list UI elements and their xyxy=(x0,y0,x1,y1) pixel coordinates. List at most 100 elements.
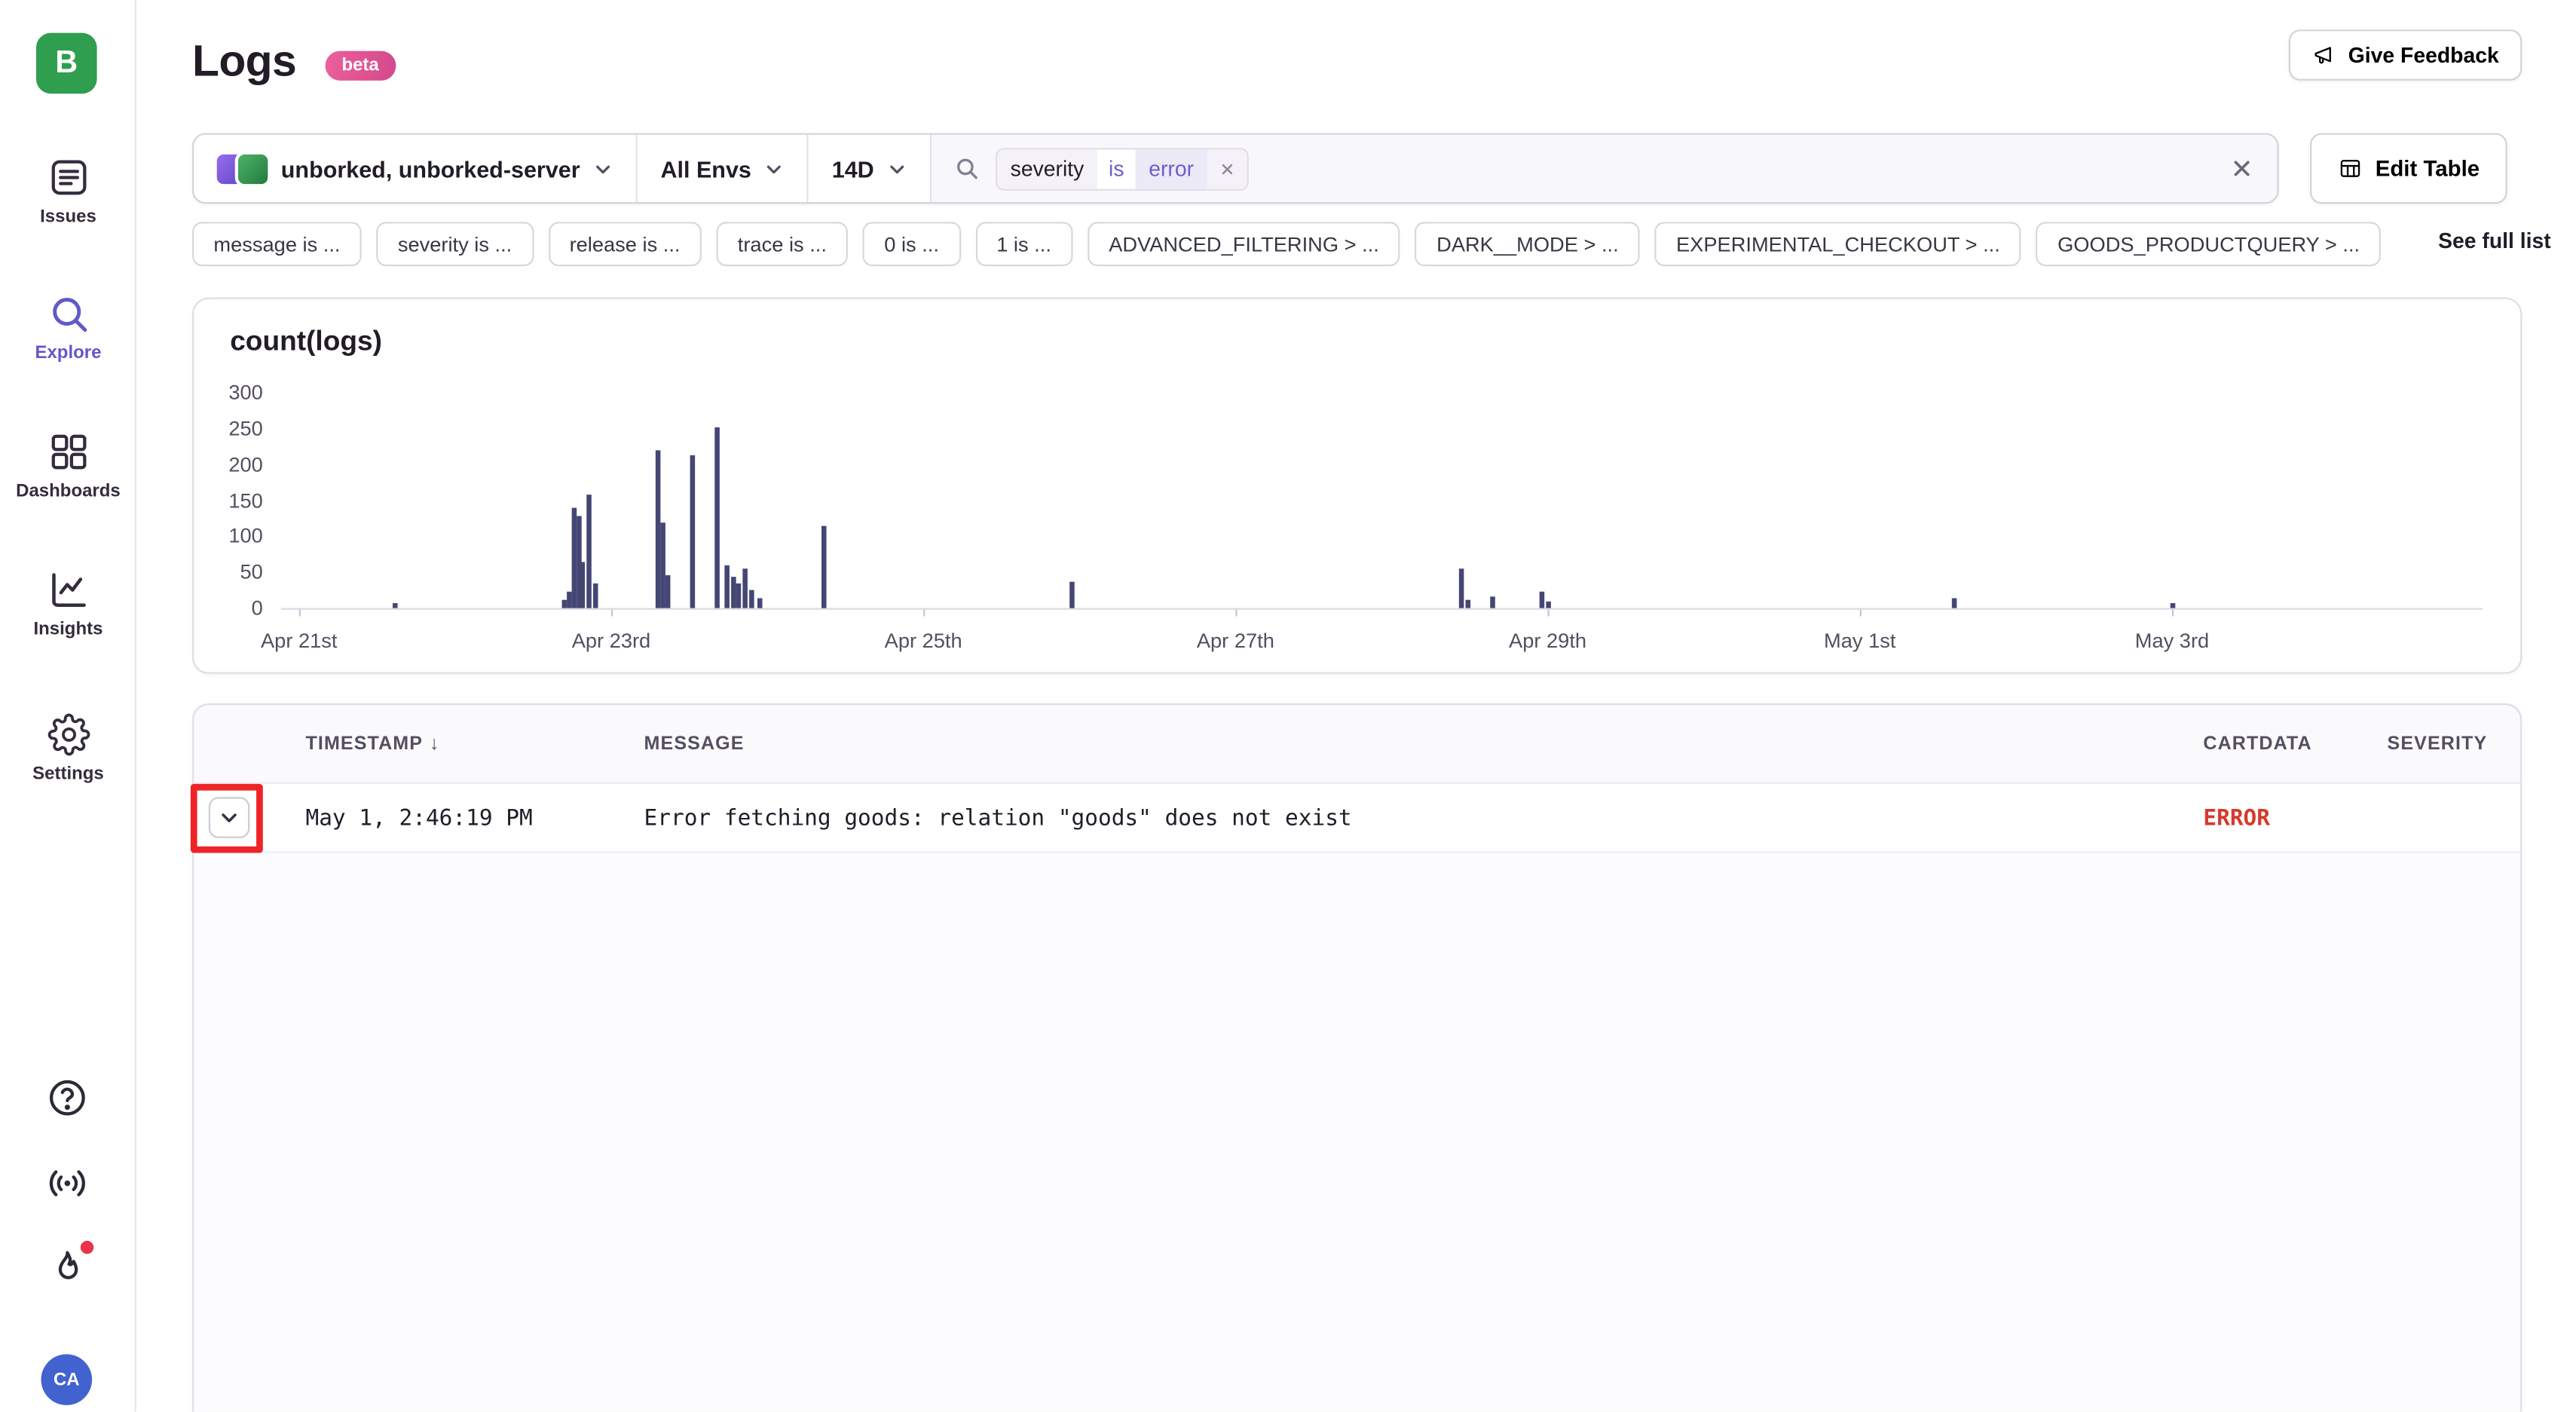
environment-selector[interactable]: All Envs xyxy=(638,135,809,202)
chart-bar xyxy=(593,583,598,608)
sidebar-item-insights[interactable]: Insights xyxy=(0,568,136,639)
log-severity: ERROR xyxy=(2203,784,2270,853)
logs-count-chart: count(logs) 050100150200250300Apr 21stAp… xyxy=(192,298,2522,674)
see-full-list-link[interactable]: See full list xyxy=(2438,228,2551,253)
sidebar-item-label: Issues xyxy=(40,207,96,227)
chart-bar xyxy=(821,526,826,608)
y-axis-tick-label: 100 xyxy=(197,523,263,550)
filter-chip[interactable]: 0 is ... xyxy=(863,222,960,266)
column-header-message[interactable]: MESSAGE xyxy=(644,705,745,784)
column-header-timestamp[interactable]: TIMESTAMP ↓ xyxy=(305,705,439,784)
chart-bar xyxy=(690,455,695,608)
sidebar-item-issues[interactable]: Issues xyxy=(0,156,136,227)
table-icon xyxy=(2338,156,2363,181)
chart-bar xyxy=(743,569,748,608)
chart-bar xyxy=(1539,593,1544,608)
app-root: B Issues Explore Dashboards Insights Setting… xyxy=(0,0,2576,1412)
filter-chip[interactable]: message is ... xyxy=(192,222,362,266)
clear-search-icon[interactable] xyxy=(2229,156,2254,181)
log-timestamp: May 1, 2:46:19 PM xyxy=(305,784,532,853)
x-axis-tick xyxy=(1235,610,1237,617)
filter-chip[interactable]: ADVANCED_FILTERING > ... xyxy=(1088,222,1400,266)
y-axis-tick-label: 300 xyxy=(197,380,263,406)
chart-bar xyxy=(665,575,670,608)
chart-title: count(logs) xyxy=(230,326,382,359)
chart-bar xyxy=(587,495,592,608)
log-message: Error fetching goods: relation "goods" d… xyxy=(644,784,1352,853)
chart-bar xyxy=(1491,596,1496,608)
search-icon xyxy=(955,156,980,181)
y-axis-tick-label: 0 xyxy=(197,595,263,621)
filter-chip[interactable]: EXPERIMENTAL_CHECKOUT > ... xyxy=(1655,222,2021,266)
x-axis-tick xyxy=(923,610,925,617)
search-input[interactable]: severity is error xyxy=(932,135,2277,202)
filter-chip[interactable]: trace is ... xyxy=(716,222,848,266)
filter-chip[interactable]: GOODS_PRODUCTQUERY > ... xyxy=(2036,222,2382,266)
filter-chip[interactable]: 1 is ... xyxy=(975,222,1072,266)
issues-icon xyxy=(47,156,90,199)
column-header-severity[interactable]: SEVERITY xyxy=(2388,705,2488,784)
sidebar-item-dashboards[interactable]: Dashboards xyxy=(0,430,136,501)
x-axis-tick-label: Apr 21st xyxy=(261,629,338,653)
x-axis-tick xyxy=(1860,610,1862,617)
remove-token-icon[interactable] xyxy=(1207,149,1246,188)
sidebar-item-label: Insights xyxy=(33,620,102,639)
x-axis-tick xyxy=(1548,610,1550,617)
x-axis-tick-label: May 3rd xyxy=(2135,629,2209,653)
megaphone-icon xyxy=(2312,43,2337,68)
sidebar-item-explore[interactable]: Explore xyxy=(0,293,136,363)
x-axis-tick xyxy=(2172,610,2174,617)
whats-new-flame-icon[interactable] xyxy=(46,1248,89,1291)
chart-bar xyxy=(1069,582,1075,608)
project-icon-unborked-server xyxy=(238,154,268,183)
chart-bar xyxy=(1466,599,1471,608)
filter-chip[interactable]: severity is ... xyxy=(376,222,533,266)
x-axis-tick-label: Apr 29th xyxy=(1509,629,1586,653)
table-row[interactable]: May 1, 2:46:19 PM Error fetching goods: … xyxy=(194,784,2520,853)
give-feedback-button[interactable]: Give Feedback xyxy=(2289,29,2522,81)
x-axis-tick-label: Apr 25th xyxy=(885,629,962,653)
chevron-down-icon xyxy=(764,158,784,178)
y-axis-tick-label: 200 xyxy=(197,452,263,478)
org-logo[interactable]: B xyxy=(36,33,97,94)
sidebar-item-settings[interactable]: Settings xyxy=(0,713,136,784)
chart-bar xyxy=(715,427,720,608)
filter-bar: unborked, unborked-server All Envs 14D s… xyxy=(192,133,2279,204)
chart-bar xyxy=(1951,598,1956,608)
filter-chip[interactable]: release is ... xyxy=(548,222,702,266)
chart-bar xyxy=(1545,601,1550,608)
table-header: TIMESTAMP ↓ MESSAGE CARTDATA SEVERITY xyxy=(194,705,2520,784)
sidebar-item-label: Explore xyxy=(35,344,101,363)
edit-table-button[interactable]: Edit Table xyxy=(2310,133,2507,204)
help-icon[interactable] xyxy=(46,1077,89,1119)
explore-icon xyxy=(47,293,90,335)
y-axis-tick-label: 50 xyxy=(197,559,263,586)
logs-table: TIMESTAMP ↓ MESSAGE CARTDATA SEVERITY Ma… xyxy=(192,703,2522,1412)
chart-bar xyxy=(724,565,730,608)
sidebar-item-label: Dashboards xyxy=(16,482,121,501)
project-selector[interactable]: unborked, unborked-server xyxy=(194,135,638,202)
chart-bar xyxy=(757,598,762,608)
chart-bar xyxy=(749,590,754,608)
x-axis-tick xyxy=(611,610,613,617)
sort-arrow-icon: ↓ xyxy=(430,734,440,754)
x-axis-tick-label: Apr 27th xyxy=(1197,629,1274,653)
sidebar: B Issues Explore Dashboards Insights Setting… xyxy=(0,0,136,1412)
chevron-down-icon xyxy=(593,158,613,178)
search-token-severity[interactable]: severity is error xyxy=(996,147,1248,190)
column-header-cartdata[interactable]: CARTDATA xyxy=(2203,705,2311,784)
broadcast-icon[interactable] xyxy=(46,1162,89,1205)
insights-icon xyxy=(47,568,90,611)
beta-badge: beta xyxy=(326,51,396,81)
chart-bar xyxy=(2170,602,2175,608)
date-range-selector[interactable]: 14D xyxy=(809,135,932,202)
chart-bar xyxy=(736,583,742,608)
x-axis-tick-label: Apr 23rd xyxy=(572,629,651,653)
user-avatar[interactable]: CA xyxy=(41,1354,93,1405)
dashboards-icon xyxy=(47,430,90,473)
chart-bar xyxy=(393,604,399,608)
x-axis-tick-label: May 1st xyxy=(1824,629,1895,653)
chart-bar xyxy=(1459,568,1464,608)
filter-chip[interactable]: DARK__MODE > ... xyxy=(1415,222,1640,266)
y-axis-tick-label: 150 xyxy=(197,487,263,513)
